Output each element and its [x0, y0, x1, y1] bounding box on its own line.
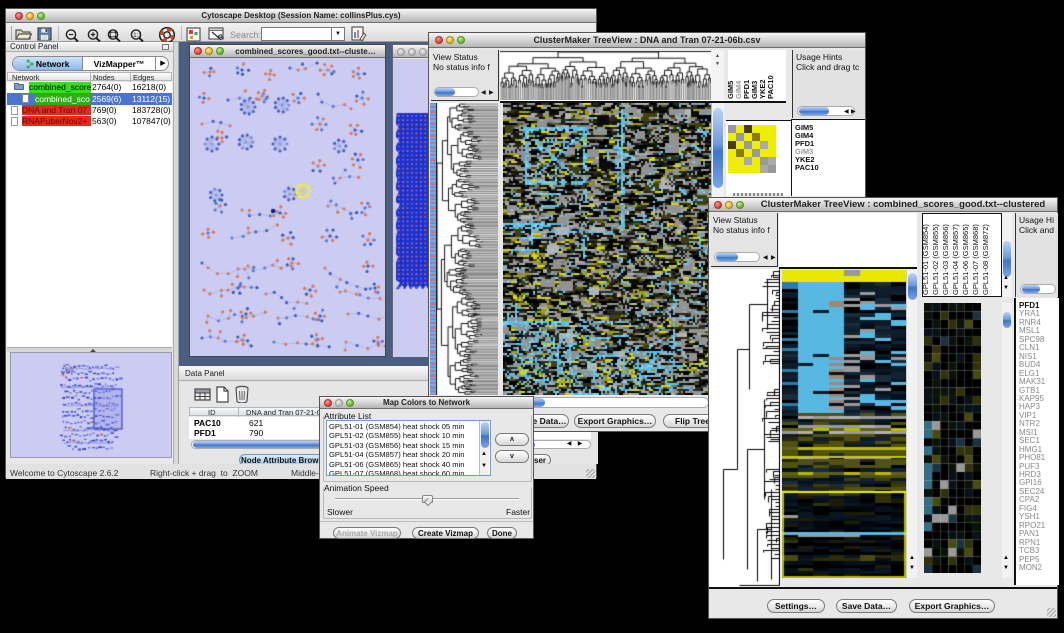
svg-text:1:1: 1:1 — [133, 33, 142, 39]
